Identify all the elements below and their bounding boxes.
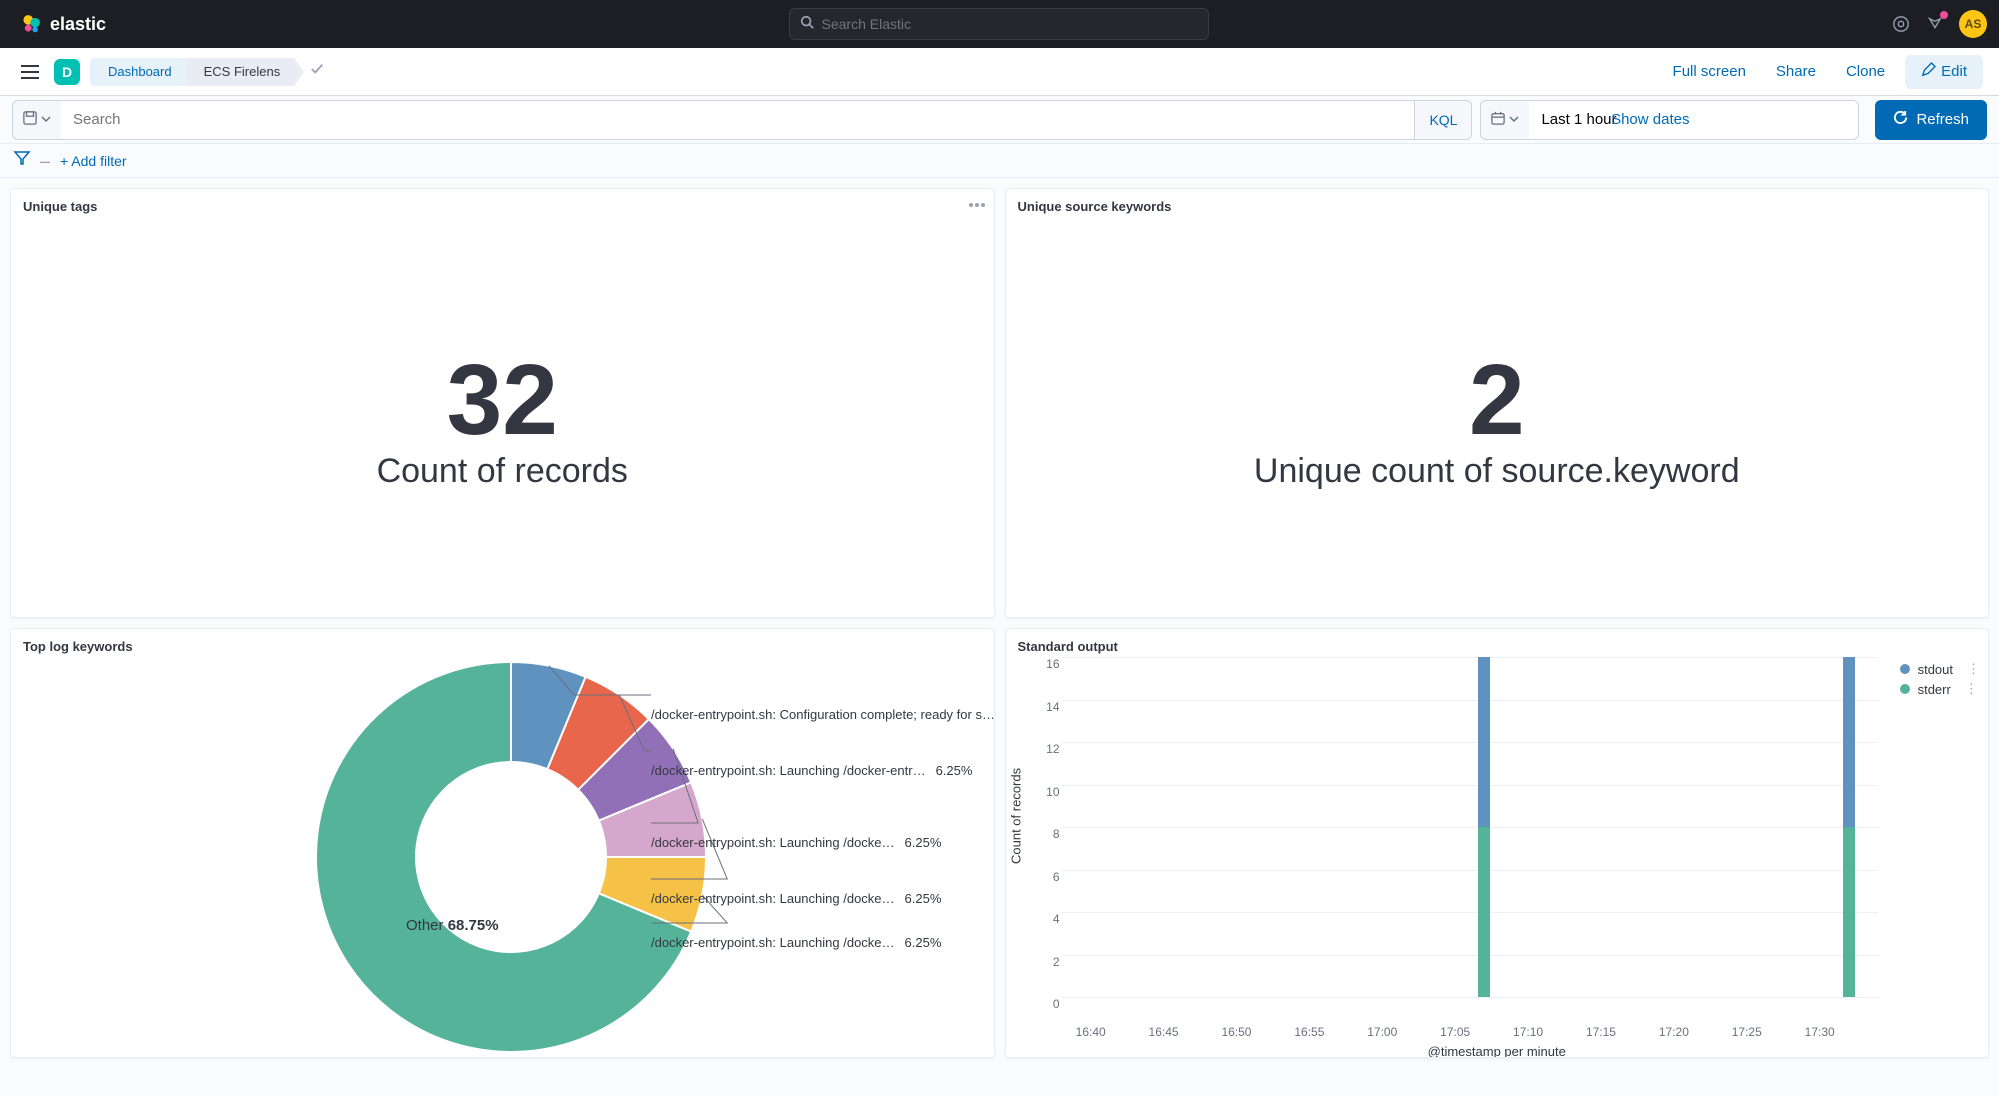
y-tick: 4 [1053, 912, 1060, 926]
donut-slice-label: /docker-entrypoint.sh: Launching /docke…… [651, 835, 941, 850]
filter-options-icon[interactable] [14, 150, 30, 171]
notification-dot-icon [1940, 11, 1948, 19]
full-screen-button[interactable]: Full screen [1663, 57, 1756, 86]
donut-slice-label: /docker-entrypoint.sh: Configuration com… [651, 707, 995, 722]
breadcrumb-current-label: ECS Firelens [204, 64, 281, 79]
space-badge[interactable]: D [54, 59, 80, 85]
chevron-down-icon [1509, 112, 1519, 127]
kql-toggle-button[interactable]: KQL [1415, 100, 1472, 140]
refresh-button-label: Refresh [1916, 111, 1969, 128]
share-button[interactable]: Share [1766, 57, 1826, 86]
clone-button[interactable]: Clone [1836, 57, 1895, 86]
saved-query-button[interactable] [12, 100, 61, 140]
metric-value: 2 [1469, 343, 1525, 458]
x-tick: 16:45 [1149, 1025, 1179, 1039]
news-icon[interactable] [1925, 14, 1945, 34]
calendar-icon [1491, 111, 1505, 128]
x-tick: 16:50 [1221, 1025, 1251, 1039]
search-icon [800, 15, 814, 34]
brand-text: elastic [50, 14, 106, 35]
refresh-icon [1893, 110, 1908, 129]
metric-label: Count of records [377, 452, 628, 491]
x-tick: 16:40 [1076, 1025, 1106, 1039]
y-tick: 14 [1046, 700, 1059, 714]
chevron-down-icon [41, 112, 51, 127]
bar-legend: stdout⋮stderr⋮ [1900, 659, 1980, 699]
y-tick: 16 [1046, 657, 1059, 671]
divider-icon: – [40, 152, 50, 170]
dashboard-grid: Unique tags 32 Count of records Unique s… [0, 178, 1999, 1096]
refresh-button[interactable]: Refresh [1875, 100, 1987, 140]
stacked-bar [1843, 657, 1855, 997]
y-tick: 12 [1046, 742, 1059, 756]
metric-label: Unique count of source.keyword [1254, 452, 1740, 491]
brand-logo[interactable]: elastic [20, 13, 106, 35]
add-filter-button[interactable]: + Add filter [60, 153, 127, 169]
panel-unique-source: Unique source keywords 2 Unique count of… [1005, 188, 1990, 618]
donut-slice-label: /docker-entrypoint.sh: Launching /docke…… [651, 891, 941, 906]
donut-other-pct: 68.75% [448, 917, 499, 934]
filter-bar: – + Add filter [0, 144, 1999, 178]
global-header: elastic AS [0, 0, 1999, 48]
elastic-logo-icon [20, 13, 42, 35]
x-tick: 17:20 [1659, 1025, 1689, 1039]
breadcrumb-dashboard-label: Dashboard [108, 64, 172, 79]
legend-more-icon[interactable]: ⋮ [1967, 661, 1980, 677]
x-tick: 17:10 [1513, 1025, 1543, 1039]
legend-more-icon[interactable]: ⋮ [1965, 681, 1978, 697]
help-icon[interactable] [1891, 14, 1911, 34]
x-axis-title: @timestamp per minute [1428, 1044, 1566, 1058]
show-dates-button[interactable]: Show dates [1611, 100, 1689, 140]
legend-item[interactable]: stderr⋮ [1900, 679, 1980, 699]
donut-other-prefix: Other [406, 917, 444, 934]
breadcrumb: Dashboard ECS Firelens [90, 58, 324, 86]
x-tick: 17:05 [1440, 1025, 1470, 1039]
query-bar: KQL Show dates Refresh [0, 96, 1999, 144]
metric-value: 32 [447, 343, 558, 458]
donut-slice-label: /docker-entrypoint.sh: Launching /docke…… [651, 935, 941, 950]
x-tick: 17:00 [1367, 1025, 1397, 1039]
x-tick: 16:55 [1294, 1025, 1324, 1039]
panel-menu-icon[interactable] [968, 195, 986, 213]
bar-chart [1062, 657, 1879, 997]
y-axis: 0246810121416 [1036, 657, 1060, 997]
global-search-input[interactable] [822, 16, 1198, 32]
x-tick: 17:30 [1805, 1025, 1835, 1039]
x-axis: 16:40 16:45 16:50 16:55 17:00 17:05 17:10 17:15… [1062, 1025, 1879, 1041]
panel-unique-tags: Unique tags 32 Count of records [10, 188, 995, 618]
app-subheader: D Dashboard ECS Firelens Full screen Sha… [0, 48, 1999, 96]
time-range-input[interactable] [1529, 100, 1859, 140]
y-tick: 2 [1053, 955, 1060, 969]
panel-top-log-keywords: Top log keywords Other 68.75% /docker-en… [10, 628, 995, 1058]
user-avatar[interactable]: AS [1959, 10, 1987, 38]
datepicker-button[interactable] [1480, 100, 1529, 140]
pencil-icon [1921, 63, 1935, 81]
stacked-bar [1478, 657, 1490, 997]
disk-icon [23, 111, 37, 128]
y-axis-title: Count of records [1008, 768, 1023, 864]
donut-chart [11, 657, 711, 1057]
nav-toggle-icon[interactable] [16, 58, 44, 86]
global-search[interactable] [789, 8, 1209, 40]
y-tick: 8 [1053, 827, 1060, 841]
query-input[interactable] [61, 100, 1415, 140]
edit-button[interactable]: Edit [1905, 55, 1983, 89]
y-tick: 6 [1053, 870, 1060, 884]
breadcrumb-dashboard[interactable]: Dashboard [90, 58, 186, 86]
y-tick: 0 [1053, 997, 1060, 1011]
panel-standard-output: Standard output Count of records 0246810… [1005, 628, 1990, 1058]
saved-check-icon [310, 62, 324, 81]
breadcrumb-current[interactable]: ECS Firelens [186, 58, 295, 86]
x-tick: 17:25 [1732, 1025, 1762, 1039]
donut-other-label: Other 68.75% [406, 917, 499, 934]
y-tick: 10 [1046, 785, 1059, 799]
donut-slice-label: /docker-entrypoint.sh: Launching /docker… [651, 763, 972, 778]
legend-item[interactable]: stdout⋮ [1900, 659, 1980, 679]
x-tick: 17:15 [1586, 1025, 1616, 1039]
edit-button-label: Edit [1941, 63, 1967, 80]
